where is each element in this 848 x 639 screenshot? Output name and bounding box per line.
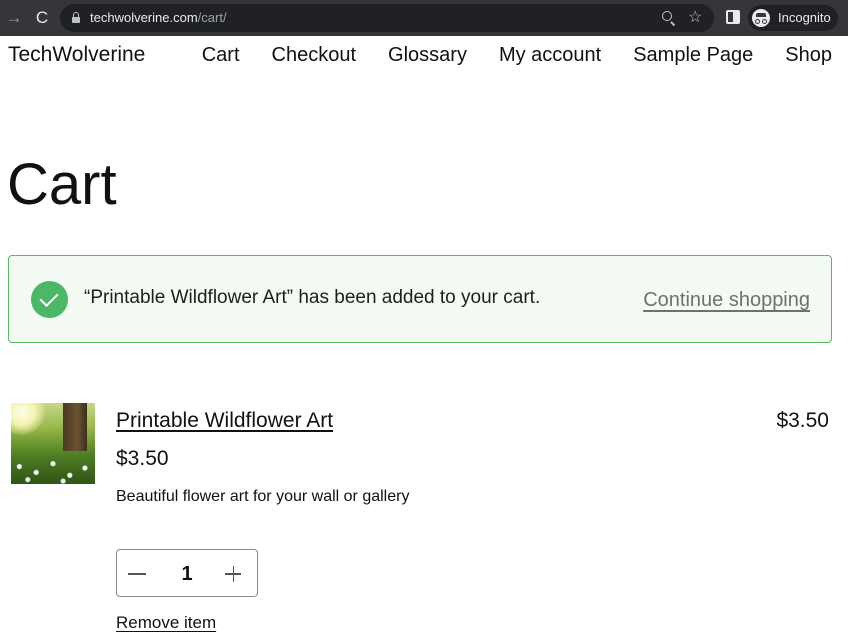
line-total: $3.50 [776,409,829,432]
lock-icon[interactable] [72,12,80,23]
nav-item-my-account[interactable]: My account [499,42,601,68]
nav-item-cart[interactable]: Cart [202,42,240,68]
back-arrow-icon[interactable]: → [2,6,26,30]
decrease-quantity-icon[interactable] [125,558,155,588]
product-name-link[interactable]: Printable Wildflower Art [116,408,333,434]
incognito-label: Incognito [778,10,831,25]
url-text[interactable]: techwolverine.com/cart/ [90,10,227,26]
zoom-icon[interactable] [660,9,678,27]
added-to-cart-notice: “Printable Wildflower Art” has been adde… [8,255,832,343]
side-panel-icon[interactable] [726,10,740,24]
nav-item-sample-page[interactable]: Sample Page [633,42,753,68]
site-title[interactable]: TechWolverine [8,42,145,68]
quantity-stepper: 1 [116,549,258,597]
quantity-value[interactable]: 1 [165,562,209,586]
reload-icon[interactable]: C [30,6,54,30]
notice-message: “Printable Wildflower Art” has been adde… [84,287,541,308]
product-thumbnail[interactable] [11,403,95,484]
page-title: Cart [7,152,117,217]
nav-item-shop[interactable]: Shop [785,42,832,68]
url-path: /cart/ [197,10,227,25]
check-circle-icon [31,281,68,318]
increase-quantity-icon[interactable] [219,558,249,588]
continue-shopping-link[interactable]: Continue shopping [643,288,810,312]
star-icon[interactable]: ☆ [688,8,702,28]
incognito-badge[interactable]: Incognito [748,5,838,31]
product-price: $3.50 [116,447,169,470]
browser-toolbar: → C techwolverine.com/cart/ ☆ Incognito [0,0,848,36]
remove-item-link[interactable]: Remove item [116,612,216,634]
nav-item-checkout[interactable]: Checkout [272,42,357,68]
main-navigation: Cart Checkout Glossary My account Sample… [202,42,832,68]
address-bar[interactable]: techwolverine.com/cart/ ☆ [60,4,714,32]
product-description: Beautiful flower art for your wall or ga… [116,488,410,505]
nav-item-glossary[interactable]: Glossary [388,42,467,68]
url-host: techwolverine.com [90,10,198,25]
incognito-icon [752,9,770,27]
